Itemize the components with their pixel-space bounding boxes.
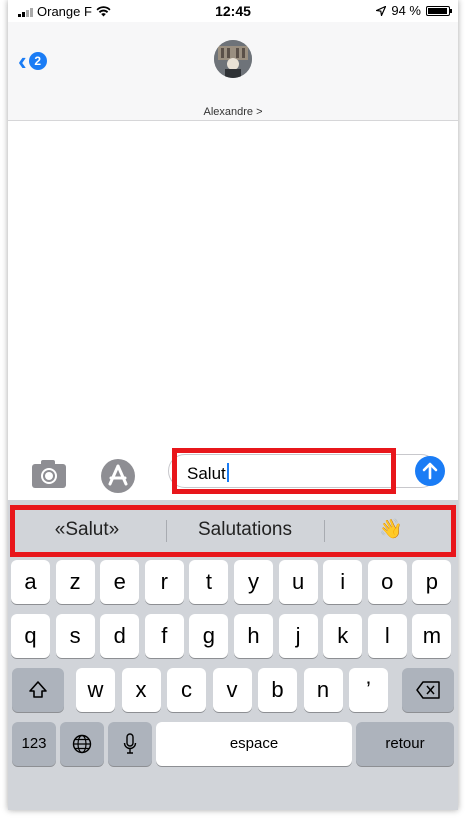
suggestion-highlight-box bbox=[10, 505, 456, 557]
letter-key[interactable]: o bbox=[367, 560, 407, 604]
letter-key[interactable]: x bbox=[121, 668, 161, 712]
contact-name[interactable]: Alexandre > bbox=[8, 106, 458, 118]
letter-key[interactable]: n bbox=[303, 668, 343, 712]
letter-key[interactable]: ’ bbox=[349, 668, 388, 712]
letter-key[interactable]: e bbox=[100, 560, 140, 604]
letter-key[interactable]: b bbox=[258, 668, 297, 712]
letter-key[interactable]: s bbox=[55, 614, 95, 658]
letter-key[interactable]: q bbox=[11, 614, 50, 658]
avatar-image bbox=[214, 40, 252, 78]
letter-key[interactable]: j bbox=[278, 614, 318, 658]
letter-key[interactable]: u bbox=[278, 560, 318, 604]
status-bar: Orange F 12:45 94 % bbox=[8, 0, 458, 22]
letter-key[interactable]: y bbox=[234, 560, 273, 604]
camera-icon[interactable] bbox=[30, 454, 70, 494]
microphone-key[interactable] bbox=[108, 722, 152, 766]
numbers-key[interactable]: 123 bbox=[12, 722, 56, 766]
shift-icon bbox=[29, 681, 47, 698]
letter-key[interactable]: w bbox=[76, 668, 115, 712]
avatar[interactable] bbox=[214, 40, 252, 78]
letter-key[interactable]: i bbox=[323, 560, 363, 604]
status-right: 94 % bbox=[376, 3, 452, 18]
send-button[interactable] bbox=[415, 456, 445, 486]
conversation-header: ‹ 2 Alexandre > bbox=[8, 22, 458, 121]
chevron-left-icon: ‹ bbox=[18, 46, 27, 76]
letter-key[interactable]: t bbox=[189, 560, 229, 604]
backspace-key[interactable] bbox=[402, 668, 454, 712]
globe-icon bbox=[72, 734, 92, 754]
send-arrow-icon bbox=[422, 462, 438, 480]
letter-key[interactable]: p bbox=[412, 560, 452, 604]
keyboard: «Salut» Salutations 👋 azertyuiop qsdfghj… bbox=[8, 500, 458, 810]
predictive-bar: «Salut» Salutations 👋 bbox=[8, 500, 458, 560]
microphone-icon bbox=[123, 733, 137, 754]
letter-key[interactable]: g bbox=[189, 614, 229, 658]
letter-key[interactable]: c bbox=[167, 668, 206, 712]
space-key[interactable]: espace bbox=[156, 722, 352, 766]
app-store-icon[interactable] bbox=[96, 454, 140, 498]
shift-key[interactable] bbox=[12, 668, 64, 712]
backspace-icon bbox=[416, 681, 440, 699]
letter-key[interactable]: l bbox=[367, 614, 407, 658]
letter-key[interactable]: h bbox=[234, 614, 273, 658]
back-button[interactable]: ‹ 2 bbox=[18, 46, 47, 76]
input-highlight-box bbox=[172, 448, 396, 494]
letter-key[interactable]: m bbox=[412, 614, 452, 658]
location-arrow-icon bbox=[376, 5, 387, 16]
letter-key[interactable]: k bbox=[323, 614, 363, 658]
letter-key[interactable]: r bbox=[144, 560, 184, 604]
message-thread bbox=[8, 121, 458, 444]
letter-key[interactable]: f bbox=[144, 614, 184, 658]
battery-icon bbox=[426, 5, 452, 16]
letter-key[interactable]: d bbox=[100, 614, 140, 658]
letter-key[interactable]: z bbox=[55, 560, 95, 604]
phone-screen: Orange F 12:45 94 % ‹ 2 Alexandre > Salu… bbox=[8, 0, 458, 810]
letter-key[interactable]: a bbox=[11, 560, 50, 604]
unread-badge: 2 bbox=[28, 52, 47, 70]
return-key[interactable]: retour bbox=[356, 722, 454, 766]
globe-key[interactable] bbox=[60, 722, 104, 766]
battery-percent: 94 % bbox=[391, 3, 421, 18]
letter-key[interactable]: v bbox=[212, 668, 252, 712]
